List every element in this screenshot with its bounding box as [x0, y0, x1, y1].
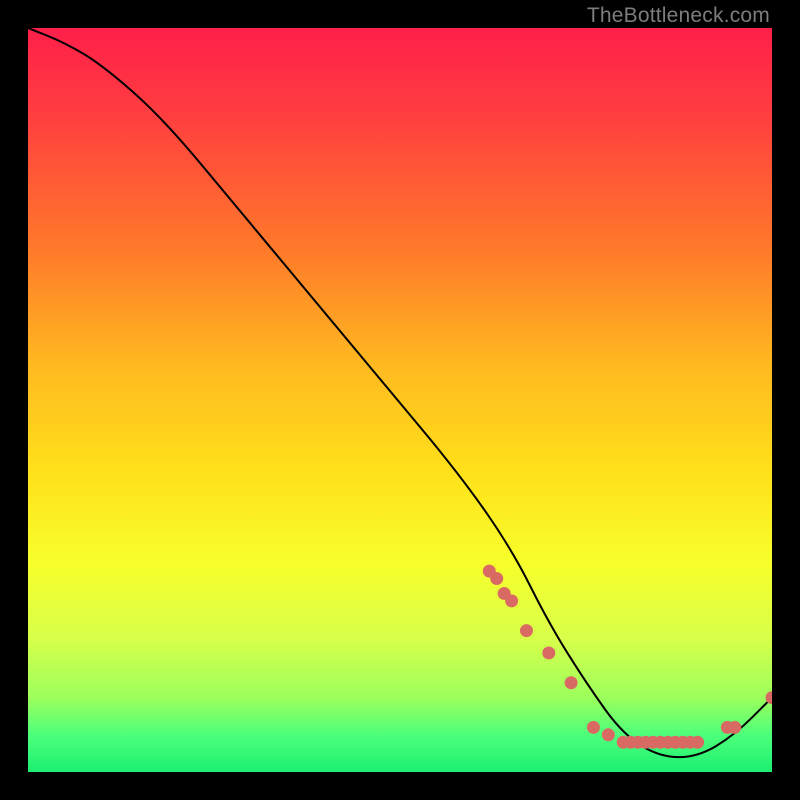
gradient-background	[28, 28, 772, 772]
watermark-text: TheBottleneck.com	[587, 4, 770, 28]
chart-frame: TheBottleneck.com	[0, 0, 800, 800]
plot-area	[28, 28, 772, 772]
